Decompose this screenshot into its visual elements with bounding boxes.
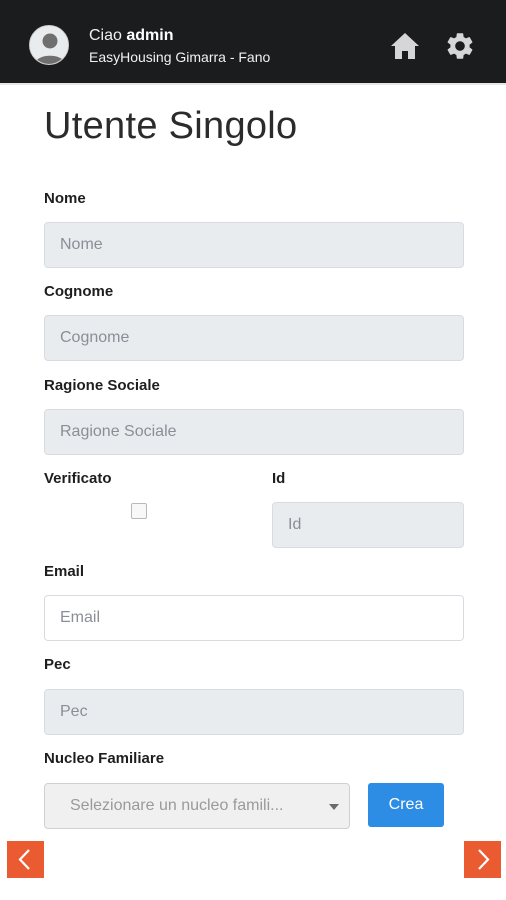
username: admin (126, 27, 174, 44)
cognome-label: Cognome (44, 283, 114, 300)
next-button[interactable] (464, 841, 501, 878)
top-header-bar: Ciao admin EasyHousing Gimarra - Fano (0, 0, 506, 83)
email-field[interactable] (44, 595, 464, 641)
pec-field[interactable] (44, 689, 464, 735)
pec-label: Pec (44, 656, 71, 673)
site-subtitle: EasyHousing Gimarra - Fano (89, 49, 271, 65)
chevron-left-icon (18, 849, 30, 870)
cognome-field[interactable] (44, 315, 464, 361)
greeting-text: Ciao admin (89, 27, 173, 45)
page-title: Utente Singolo (44, 105, 298, 147)
nucleo-familiare-label: Nucleo Familiare (44, 750, 165, 767)
avatar-person-icon (35, 33, 65, 64)
bottom-navigation-bar (0, 829, 506, 900)
greeting-prefix: Ciao (89, 27, 122, 44)
verificato-label: Verificato (44, 470, 112, 487)
header-divider (0, 83, 506, 85)
home-icon[interactable] (390, 32, 420, 60)
crea-button[interactable]: Crea (368, 783, 444, 827)
email-label: Email (44, 563, 85, 580)
nucleo-familiare-selected-value: Selezionare un nucleo famili... (70, 797, 284, 814)
id-field[interactable] (272, 502, 464, 548)
nome-field[interactable] (44, 222, 464, 268)
nome-label: Nome (44, 190, 86, 207)
user-avatar[interactable] (29, 25, 69, 65)
gear-icon[interactable] (444, 30, 476, 62)
previous-button[interactable] (7, 841, 44, 878)
ragione-sociale-field[interactable] (44, 409, 464, 455)
chevron-right-icon (478, 849, 490, 870)
verificato-checkbox[interactable] (131, 503, 147, 519)
chevron-down-icon (329, 804, 339, 810)
ragione-sociale-label: Ragione Sociale (44, 377, 160, 394)
id-label: Id (272, 470, 286, 487)
nucleo-familiare-select[interactable]: Selezionare un nucleo famili... (44, 783, 350, 829)
